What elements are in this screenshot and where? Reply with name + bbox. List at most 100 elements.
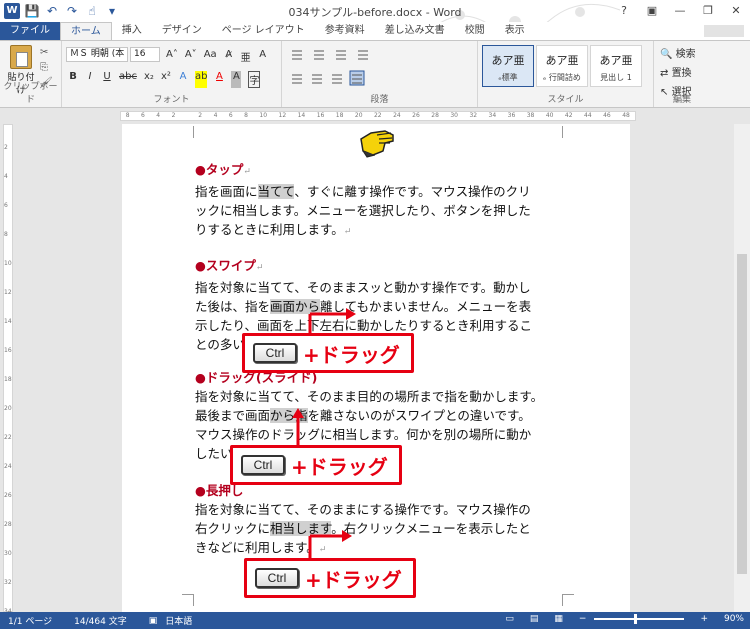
heading-longpress: ●長押し <box>195 483 244 498</box>
clipboard-group: 貼り付け ✂ ⎘ 🖌 クリップボード <box>0 41 62 107</box>
horizontal-ruler[interactable]: 8 6 4 2 2 4 6 8 10 12 14 16 18 20 22 24 26 28 30 32 34 36 38 40… <box>0 108 750 124</box>
style-normal[interactable]: あア亜 ₑ標準 <box>482 45 534 87</box>
ruler-tick: 20 <box>4 405 12 412</box>
paragraph-group-label: 段落 <box>370 95 389 105</box>
ribbon: 貼り付け ✂ ⎘ 🖌 クリップボード ＭＳ 明朝 (本 16 A˄ A˅ Aa … <box>0 40 750 108</box>
zoom-out-button[interactable]: − <box>579 614 587 624</box>
close-button[interactable]: ✕ <box>722 0 750 22</box>
zoom-slider[interactable] <box>594 614 685 624</box>
tab-mailings[interactable]: 差し込み文書 <box>375 22 455 40</box>
zoom-in-button[interactable]: + <box>700 614 708 624</box>
ruler-tick: 4 <box>4 173 8 180</box>
ctrl-key-icon: Ctrl <box>255 568 299 588</box>
tab-file[interactable]: ファイル <box>0 22 60 40</box>
tab-view[interactable]: 表示 <box>495 22 535 40</box>
vertical-scrollbar[interactable] <box>734 124 750 612</box>
ruler-tick: 44 <box>584 112 592 119</box>
print-layout-icon[interactable]: ▤ <box>530 614 539 624</box>
char-shading-button[interactable]: A <box>231 71 242 88</box>
tab-references[interactable]: 参考資料 <box>315 22 375 40</box>
char-border-button[interactable]: 字 <box>248 71 261 88</box>
zoom-level[interactable]: 90% <box>724 614 744 624</box>
ruler-tick: 10 <box>259 112 268 119</box>
page-count[interactable]: 1/1 ページ <box>8 614 52 627</box>
tab-design[interactable]: デザイン <box>152 22 212 40</box>
word-count[interactable]: 14/464 文字 <box>74 614 127 627</box>
styles-group-label: スタイル <box>547 95 584 105</box>
strikethrough-button[interactable]: abc <box>119 71 137 88</box>
ruler-tick: 2 <box>4 144 8 151</box>
find-button[interactable]: 🔍 検索 <box>660 45 696 60</box>
minimize-button[interactable]: — <box>666 0 694 22</box>
ruler-tick: 22 <box>4 434 12 441</box>
ruler-tick: 28 <box>431 112 439 119</box>
shrink-font-icon[interactable]: A˅ <box>185 49 197 64</box>
paragraph-buttons-icon[interactable] <box>288 47 472 87</box>
cut-icon[interactable]: ✂ <box>40 47 53 58</box>
ruler-tick: 8 <box>125 112 130 119</box>
ruler-tick: 6 <box>228 112 233 119</box>
scroll-thumb[interactable] <box>737 254 747 574</box>
ruler-tick: 12 <box>4 289 12 296</box>
restore-button[interactable]: ❐ <box>694 0 722 22</box>
user-account[interactable] <box>704 25 744 37</box>
clipboard-group-label: クリップボード <box>3 82 58 105</box>
heading-swipe: ●スワイプ <box>195 258 256 273</box>
font-group: ＭＳ 明朝 (本 16 A˄ A˅ Aa A̷ 亜 A B I U abc x₂… <box>62 41 282 107</box>
enclose-char-icon[interactable]: A <box>258 49 268 64</box>
web-layout-icon[interactable]: ▦ <box>554 614 563 624</box>
language[interactable]: 日本語 <box>165 614 192 627</box>
help-button[interactable]: ? <box>610 0 638 22</box>
ruler-tick: 10 <box>4 260 12 267</box>
ruler-tick: 6 <box>4 202 8 209</box>
subscript-button[interactable]: x₂ <box>144 71 154 88</box>
clear-format-icon[interactable]: A̷ <box>224 49 234 64</box>
tab-page-layout[interactable]: ページ レイアウト <box>212 22 315 40</box>
text-effects-button[interactable]: A <box>178 71 188 88</box>
ruler-tick: 26 <box>412 112 420 119</box>
ribbon-tabs: ファイル ホーム 挿入 デザイン ページ レイアウト 参考資料 差し込み文書 校… <box>0 22 750 40</box>
editing-group: 🔍 検索 ⇄ 置換 ↖ 選択 <box>660 45 696 98</box>
read-mode-icon[interactable]: ▭ <box>505 614 514 624</box>
bold-button[interactable]: B <box>68 71 78 88</box>
ruler-tick: 14 <box>297 112 306 119</box>
style-no-spacing[interactable]: あア亜 ₑ 行間詰め <box>536 45 588 87</box>
ruler-tick: 30 <box>4 550 12 557</box>
style-heading-1[interactable]: あア亜 見出し 1 <box>590 45 642 87</box>
window-controls: ? ▣ — ❐ ✕ <box>610 0 750 22</box>
heading-tap: ●タップ <box>195 162 244 177</box>
ctrl-key-icon: Ctrl <box>241 455 285 475</box>
proofing-icon[interactable]: ▣ <box>149 616 158 626</box>
vertical-ruler[interactable]: 246810121416182022242628303234 <box>0 124 16 615</box>
tab-home[interactable]: ホーム <box>60 22 112 40</box>
change-case-icon[interactable]: Aa <box>204 49 217 64</box>
superscript-button[interactable]: x² <box>161 71 171 88</box>
section-longpress: ●長押し 指を対象に当てて、そのままにする操作です。マウス操作の 右クリックに相… <box>195 483 531 555</box>
ruler-tick: 6 <box>141 112 145 119</box>
ruler-tick: 8 <box>4 231 8 238</box>
ruler-tick: 18 <box>4 376 12 383</box>
ruler-tick: 8 <box>244 112 248 119</box>
ruler-tick: 14 <box>4 318 12 325</box>
phonetic-guide-icon[interactable]: 亜 <box>241 49 251 64</box>
italic-button[interactable]: I <box>85 71 95 88</box>
ruler-tick: 42 <box>564 112 573 119</box>
font-color-button[interactable]: A <box>214 71 224 88</box>
ruler-tick: 40 <box>545 112 554 119</box>
font-size-select[interactable]: 16 <box>130 47 160 62</box>
font-name-select[interactable]: ＭＳ 明朝 (本 <box>66 47 128 62</box>
tab-insert[interactable]: 挿入 <box>112 22 152 40</box>
pointing-hand-icon <box>360 130 394 158</box>
grow-font-icon[interactable]: A˄ <box>166 49 178 64</box>
ctrl-key-icon: Ctrl <box>253 343 297 363</box>
ruler-tick: 20 <box>354 112 363 119</box>
tab-review[interactable]: 校閲 <box>455 22 495 40</box>
section-tap: ●タップ↵ 指を画面に当てて、すぐに離す操作です。マウス操作のクリ ックに相当し… <box>195 162 531 237</box>
arrow-3-icon <box>308 530 352 560</box>
highlight-button[interactable]: ab <box>194 71 208 88</box>
underline-button[interactable]: U <box>102 71 112 88</box>
copy-icon[interactable]: ⎘ <box>40 62 53 73</box>
replace-button[interactable]: ⇄ 置換 <box>660 64 696 79</box>
ribbon-display-button[interactable]: ▣ <box>638 0 666 22</box>
ruler-tick: 38 <box>526 112 535 119</box>
